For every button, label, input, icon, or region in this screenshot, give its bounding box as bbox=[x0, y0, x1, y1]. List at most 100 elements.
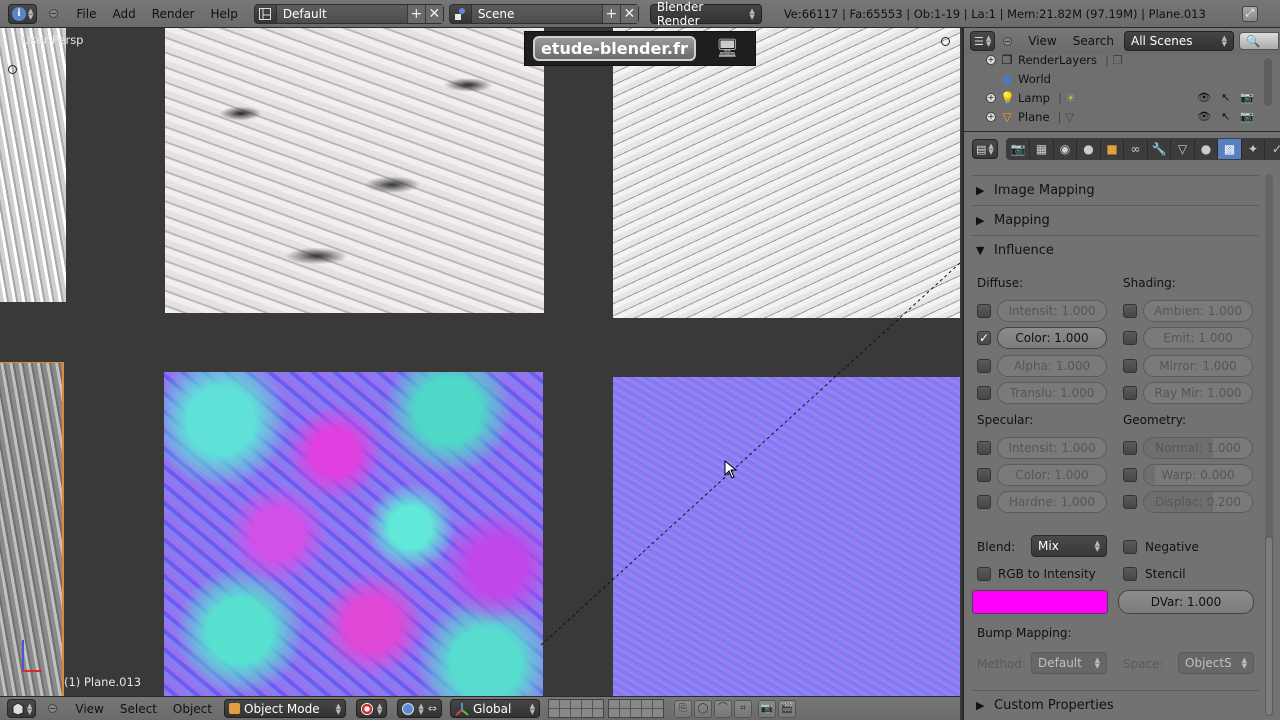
geometry-warp-checkbox[interactable] bbox=[1123, 468, 1137, 482]
menu-select[interactable]: Select bbox=[112, 702, 165, 716]
specular-intensity-checkbox[interactable] bbox=[977, 441, 991, 455]
interaction-mode-select[interactable]: Object Mode ▲ ▼ bbox=[224, 699, 346, 718]
screen-layout-value[interactable]: Default bbox=[277, 7, 407, 21]
tab-physics-icon[interactable]: ✓ bbox=[1265, 139, 1280, 159]
3d-cursor-icon[interactable] bbox=[8, 65, 17, 74]
scene-field[interactable]: Scene + ✕ bbox=[448, 3, 639, 24]
diffuse-intensity-slider[interactable]: Intensit: 1.000 bbox=[997, 300, 1107, 322]
outliner-scrollbar[interactable] bbox=[1264, 58, 1272, 106]
panel-custom-properties[interactable]: ▶ Custom Properties bbox=[972, 690, 1259, 720]
stencil-checkbox[interactable] bbox=[1123, 567, 1137, 581]
transform-orientation-select[interactable]: Global ▲ ▼ bbox=[450, 699, 540, 718]
panel-influence[interactable]: ▼ Influence bbox=[972, 235, 1259, 265]
render-opengl-icon[interactable]: 📷 bbox=[758, 699, 776, 718]
shading-mirror-checkbox[interactable] bbox=[1123, 359, 1137, 373]
properties-scrollbar-thumb[interactable] bbox=[1265, 536, 1273, 716]
bump-method-select[interactable]: Default ▲ ▼ bbox=[1031, 652, 1107, 674]
diffuse-intensity-checkbox[interactable] bbox=[977, 304, 991, 318]
tab-data-icon[interactable]: ▽ bbox=[1171, 139, 1195, 159]
render-engine-select[interactable]: Blender Render ▲ ▼ bbox=[649, 0, 762, 28]
snap-element-icon[interactable]: ⌗ bbox=[734, 699, 752, 718]
scene-icon[interactable] bbox=[449, 4, 472, 23]
blend-mode-select[interactable]: Mix ▲ ▼ bbox=[1031, 535, 1107, 557]
scene-layers-group-2[interactable] bbox=[608, 699, 664, 718]
negative-checkbox[interactable] bbox=[1123, 540, 1137, 554]
tab-object-icon[interactable]: ■ bbox=[1101, 139, 1125, 159]
viewport-shading-select[interactable]: ▲ ▼ bbox=[356, 699, 388, 718]
renderability-camera-icon[interactable]: 📷 bbox=[1240, 91, 1254, 104]
diffuse-color-checkbox[interactable]: ✓ bbox=[977, 331, 991, 345]
shading-mirror-slider[interactable]: Mirror: 1.000 bbox=[1143, 355, 1253, 377]
tab-constraints-icon[interactable]: ∞ bbox=[1124, 139, 1148, 159]
expand-icon[interactable]: + bbox=[986, 92, 996, 103]
fullscreen-icon[interactable]: ⤢ bbox=[1241, 5, 1258, 22]
expand-icon[interactable]: + bbox=[986, 111, 996, 122]
visibility-eye-icon[interactable]: 👁 bbox=[1197, 91, 1211, 104]
geometry-displace-slider[interactable]: Displac: 0.200 bbox=[1143, 491, 1253, 513]
selectability-cursor-icon[interactable]: ↖ bbox=[1221, 110, 1230, 123]
shading-ambient-slider[interactable]: Ambien: 1.000 bbox=[1143, 300, 1253, 322]
pivot-point-select[interactable]: ▲ ▼ ⇔ bbox=[397, 699, 442, 718]
shading-emit-slider[interactable]: Emit: 1.000 bbox=[1143, 327, 1253, 349]
diffuse-alpha-checkbox[interactable] bbox=[977, 359, 991, 373]
dvar-field[interactable]: DVar: 1.000 bbox=[1118, 590, 1254, 614]
render-animation-icon[interactable]: 🎬 bbox=[778, 699, 796, 718]
screen-layout-icon[interactable] bbox=[254, 4, 277, 23]
menu-add[interactable]: Add bbox=[104, 7, 143, 21]
lock-layers-icon[interactable]: ⎘ bbox=[674, 699, 692, 718]
editor-type-selector[interactable]: i ▲ ▼ bbox=[8, 3, 38, 24]
menu-object[interactable]: Object bbox=[165, 702, 220, 716]
bump-space-select[interactable]: ObjectS ▲ ▼ bbox=[1178, 652, 1254, 674]
tab-modifiers-icon[interactable]: 🔧 bbox=[1148, 139, 1172, 159]
outliner-item-world[interactable]: ● World bbox=[986, 69, 1280, 88]
menu-help[interactable]: Help bbox=[202, 7, 245, 21]
outliner-menu-search[interactable]: Search bbox=[1065, 34, 1122, 48]
editor-type-selector-properties[interactable]: ▤ ▲ ▼ bbox=[972, 139, 998, 159]
panel-image-mapping[interactable]: ▶ Image Mapping bbox=[972, 175, 1259, 205]
tab-render-icon[interactable]: 📷 bbox=[1007, 139, 1031, 159]
outliner-item-plane[interactable]: + ▽ Plane | ▽ 👁 ↖ 📷 bbox=[986, 107, 1280, 126]
specular-intensity-slider[interactable]: Intensit: 1.000 bbox=[997, 437, 1107, 459]
specular-hardness-checkbox[interactable] bbox=[977, 495, 991, 509]
tab-particles-icon[interactable]: ✦ bbox=[1242, 139, 1266, 159]
editor-type-selector-3d[interactable]: ▲ ▼ bbox=[7, 699, 37, 718]
menu-file[interactable]: File bbox=[68, 7, 104, 21]
outliner-item-renderlayers[interactable]: + ❐ RenderLayers | ❐ bbox=[986, 50, 1280, 69]
collapse-menus-toggle-3d[interactable] bbox=[48, 704, 58, 713]
editor-type-selector-outliner[interactable]: ☰ ▲ ▼ bbox=[970, 31, 996, 51]
manipulator-toggle-icon[interactable]: ⇔ bbox=[428, 702, 437, 715]
delete-scene-button[interactable]: ✕ bbox=[619, 4, 638, 23]
collapse-menus-toggle-outliner[interactable] bbox=[1003, 36, 1013, 46]
snap-toggle-icon[interactable]: ⌒ bbox=[714, 699, 732, 718]
geometry-normal-slider[interactable]: Normal: 1.000 bbox=[1143, 437, 1253, 459]
menu-render[interactable]: Render bbox=[144, 7, 203, 21]
shading-ray-mirror-checkbox[interactable] bbox=[1123, 386, 1137, 400]
tab-world-icon[interactable]: ● bbox=[1077, 139, 1101, 159]
outliner-display-mode-select[interactable]: All Scenes ▲ ▼ bbox=[1123, 31, 1234, 51]
3d-viewport[interactable]: User Persp etude-blender.fr 🖥 (1) Plane.… bbox=[0, 28, 960, 696]
diffuse-alpha-slider[interactable]: Alpha: 1.000 bbox=[997, 355, 1107, 377]
tab-scene-icon[interactable]: ◉ bbox=[1054, 139, 1078, 159]
scene-value[interactable]: Scene bbox=[472, 7, 602, 21]
panel-mapping[interactable]: ▶ Mapping bbox=[972, 205, 1259, 235]
shading-emit-checkbox[interactable] bbox=[1123, 331, 1137, 345]
menu-view[interactable]: View bbox=[67, 702, 111, 716]
specular-hardness-slider[interactable]: Hardne: 1.000 bbox=[997, 491, 1107, 513]
add-scene-button[interactable]: + bbox=[601, 4, 620, 23]
outliner-item-lamp[interactable]: + 💡 Lamp | ☀ 👁 ↖ 📷 bbox=[986, 88, 1280, 107]
add-screen-button[interactable]: + bbox=[406, 4, 425, 23]
outliner-menu-view[interactable]: View bbox=[1020, 34, 1064, 48]
delete-screen-button[interactable]: ✕ bbox=[424, 4, 443, 23]
shading-ambient-checkbox[interactable] bbox=[1123, 304, 1137, 318]
geometry-normal-checkbox[interactable] bbox=[1123, 441, 1137, 455]
tab-texture-icon[interactable]: ▩ bbox=[1218, 139, 1242, 159]
collapse-menus-toggle[interactable] bbox=[49, 9, 59, 18]
rgb-to-intensity-checkbox[interactable] bbox=[977, 567, 991, 581]
tab-render-layers-icon[interactable]: ▦ bbox=[1030, 139, 1054, 159]
geometry-displace-checkbox[interactable] bbox=[1123, 495, 1137, 509]
texture-color-swatch[interactable] bbox=[972, 590, 1108, 614]
scene-layers-group-1[interactable] bbox=[548, 699, 604, 718]
expand-icon[interactable]: + bbox=[986, 54, 996, 65]
renderability-camera-icon[interactable]: 📷 bbox=[1240, 110, 1254, 123]
diffuse-translucency-slider[interactable]: Translu: 1.000 bbox=[997, 382, 1107, 404]
